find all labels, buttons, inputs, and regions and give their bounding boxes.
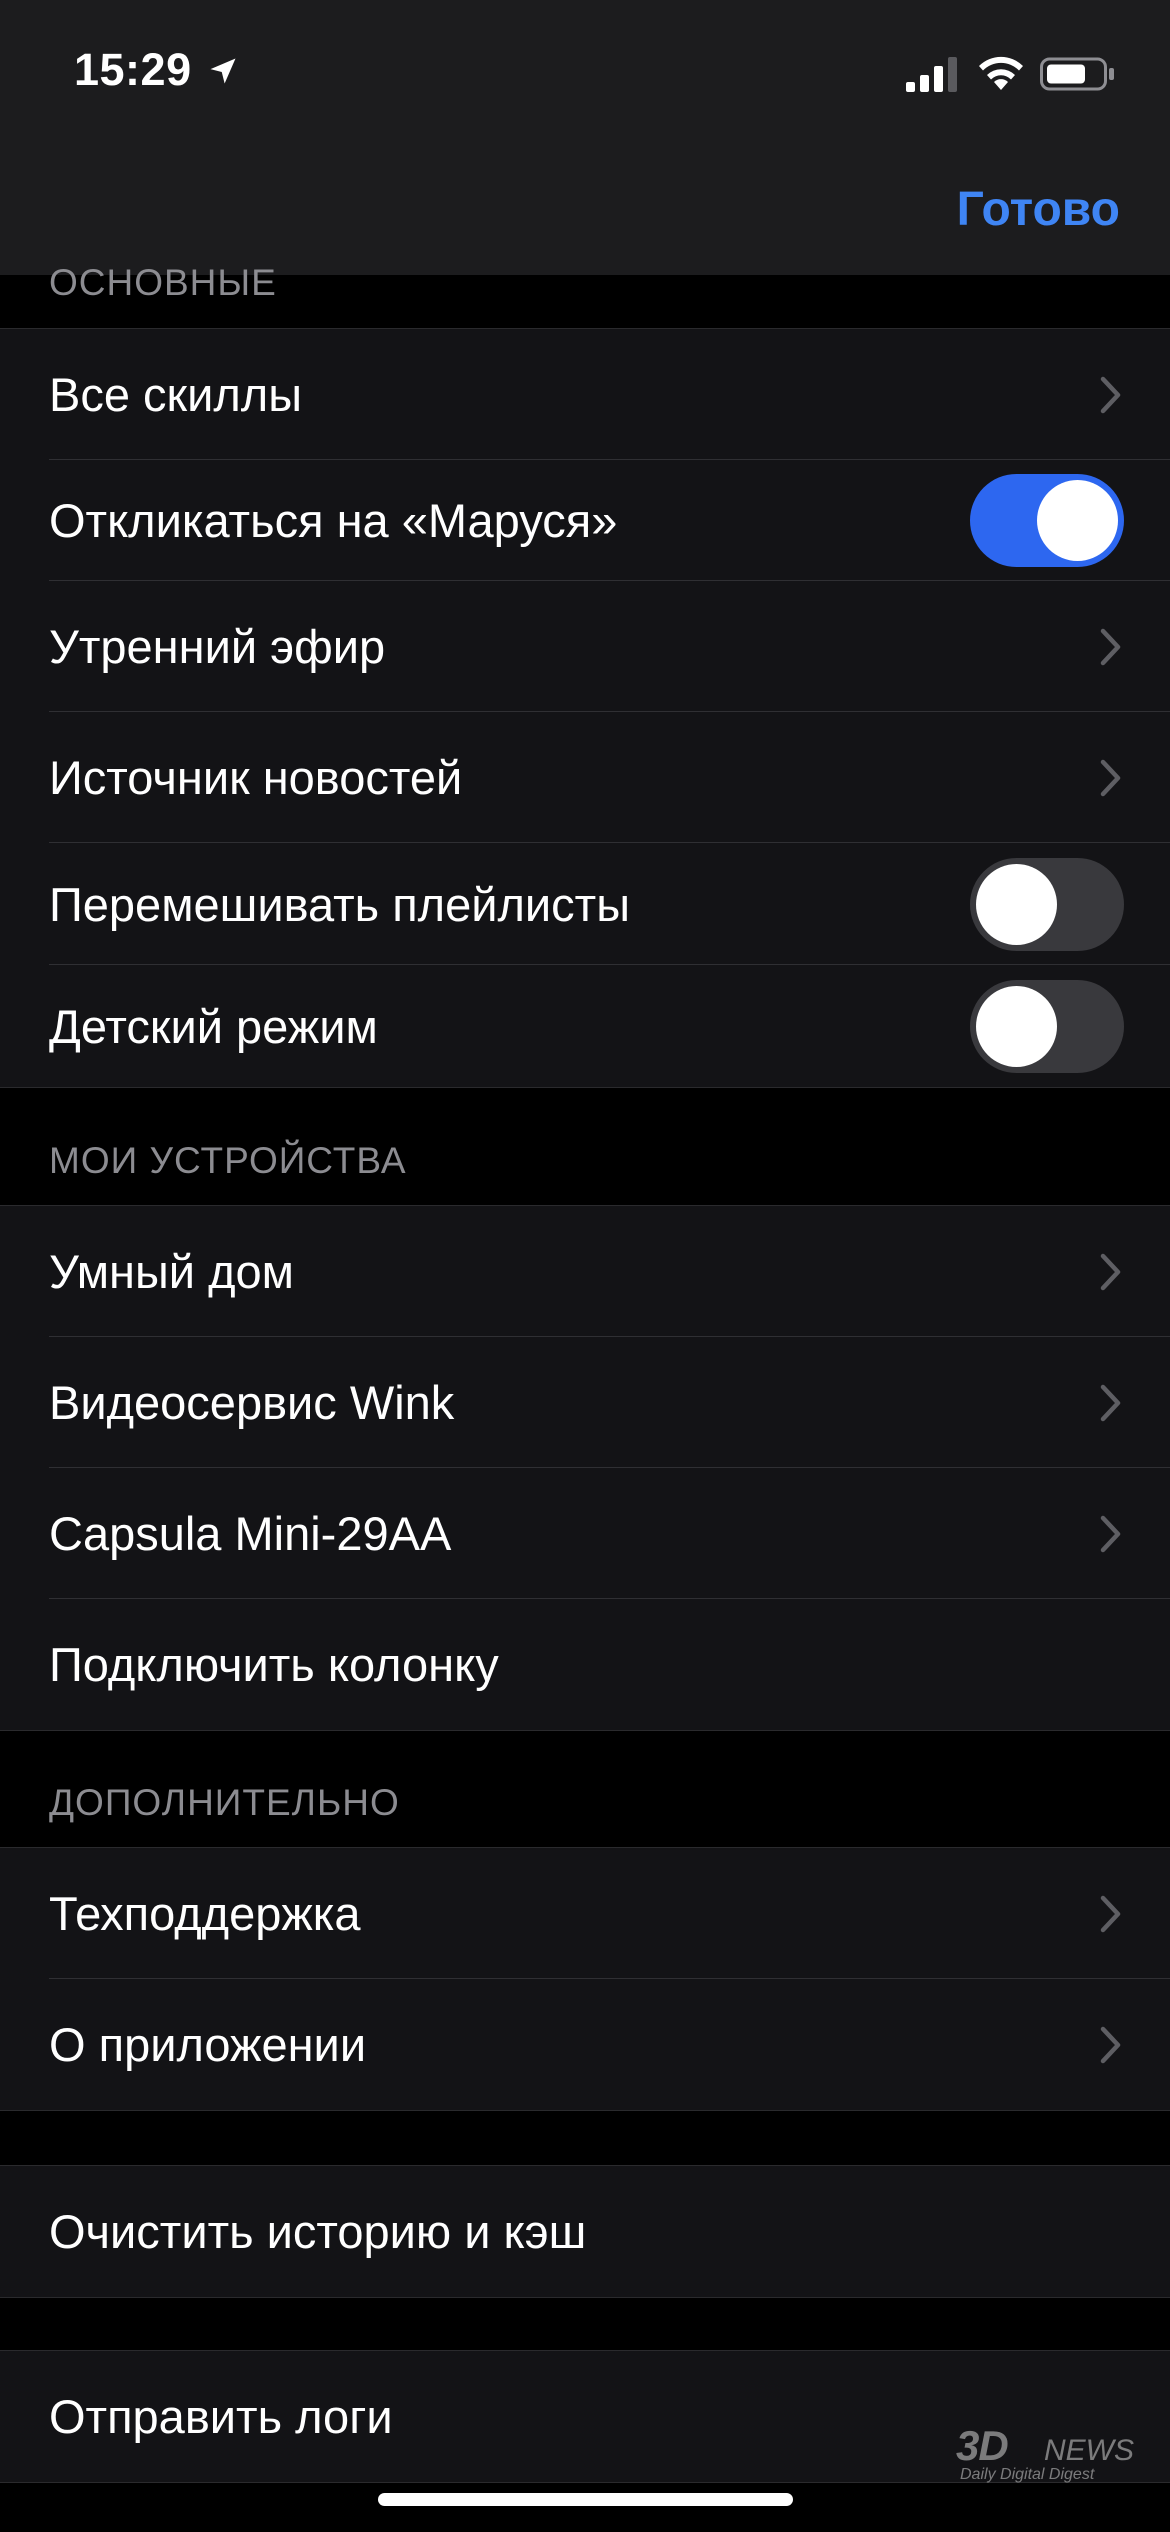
- status-time: 15:29: [74, 44, 192, 95]
- location-arrow-icon: [210, 58, 236, 84]
- row-label: Отправить логи: [49, 2390, 393, 2443]
- chevron-right-icon: [1100, 759, 1121, 796]
- toggle-knob: [1037, 480, 1118, 561]
- settings-group-extra: Техподдержка О приложении: [0, 1847, 1170, 2111]
- watermark-brand: 3D: [956, 2422, 1009, 2469]
- status-bar: 15:29: [0, 0, 1170, 140]
- toggle-shuffle-playlists[interactable]: [970, 857, 1124, 951]
- settings-group-devices: Умный дом Видеосервис Wink Capsula Mini-…: [0, 1205, 1170, 1731]
- wifi-icon: [979, 56, 1023, 90]
- chevron-right-icon: [1100, 1384, 1121, 1421]
- watermark-brand-news: NEWS: [1044, 2434, 1134, 2467]
- chevron-right-icon: [1100, 1515, 1121, 1552]
- chevron-right-icon: [1100, 1253, 1121, 1290]
- toggle-kids-mode[interactable]: [970, 979, 1124, 1073]
- row-all-skills[interactable]: Все скиллы: [0, 329, 1170, 460]
- row-smart-home[interactable]: Умный дом: [0, 1206, 1170, 1337]
- row-label: Утренний эфир: [49, 620, 386, 673]
- row-label: Техподдержка: [49, 1887, 361, 1940]
- row-label: Откликаться на «Маруся»: [49, 494, 618, 547]
- row-respond-marusya: Откликаться на «Маруся»: [0, 460, 1170, 581]
- settings-group-clear: Очистить историю и кэш: [0, 2165, 1170, 2298]
- row-support[interactable]: Техподдержка: [0, 1848, 1170, 1979]
- watermark-3dnews-logo: 3D NEWS Daily Digital Digest: [956, 2422, 1136, 2484]
- done-button[interactable]: Готово: [957, 182, 1120, 237]
- row-label: Capsula Mini-29AA: [49, 1507, 452, 1560]
- row-kids-mode: Детский режим: [0, 965, 1170, 1087]
- nav-bar: Готово: [0, 140, 1170, 275]
- section-header-devices: МОИ УСТРОЙСТВА: [49, 1140, 407, 1181]
- watermark-tagline: Daily Digital Digest: [960, 2466, 1095, 2483]
- row-label: Источник новостей: [49, 751, 463, 804]
- row-label: Очистить историю и кэш: [49, 2205, 587, 2258]
- cellular-signal-icon: [906, 57, 957, 92]
- row-clear-history[interactable]: Очистить историю и кэш: [0, 2166, 1170, 2297]
- chevron-right-icon: [1100, 1895, 1121, 1932]
- chevron-right-icon: [1100, 2026, 1121, 2063]
- row-about-app[interactable]: О приложении: [0, 1979, 1170, 2110]
- section-header-extra: ДОПОЛНИТЕЛЬНО: [49, 1782, 400, 1823]
- row-label: Детский режим: [49, 999, 378, 1053]
- row-label: Все скиллы: [49, 368, 302, 421]
- row-label: Умный дом: [49, 1245, 294, 1298]
- row-shuffle-playlists: Перемешивать плейлисты: [0, 843, 1170, 965]
- row-wink-video[interactable]: Видеосервис Wink: [0, 1337, 1170, 1468]
- chevron-right-icon: [1100, 376, 1121, 413]
- battery-icon: [1040, 57, 1114, 91]
- row-label: О приложении: [49, 2018, 367, 2071]
- row-label: Перемешивать плейлисты: [49, 877, 630, 931]
- row-news-source[interactable]: Источник новостей: [0, 712, 1170, 843]
- chevron-right-icon: [1100, 628, 1121, 665]
- section-header-main: ОСНОВНЫЕ: [49, 262, 277, 303]
- row-label: Подключить колонку: [49, 1638, 499, 1691]
- toggle-knob: [976, 863, 1057, 945]
- row-capsula-mini[interactable]: Capsula Mini-29AA: [0, 1468, 1170, 1599]
- row-label: Видеосервис Wink: [49, 1376, 455, 1429]
- row-morning-broadcast[interactable]: Утренний эфир: [0, 581, 1170, 712]
- home-indicator[interactable]: [378, 2493, 793, 2506]
- toggle-knob: [976, 985, 1057, 1067]
- row-connect-speaker[interactable]: Подключить колонку: [0, 1599, 1170, 1730]
- settings-group-main: Все скиллы Откликаться на «Маруся» Утрен…: [0, 328, 1170, 1088]
- toggle-respond-marusya[interactable]: [970, 474, 1124, 567]
